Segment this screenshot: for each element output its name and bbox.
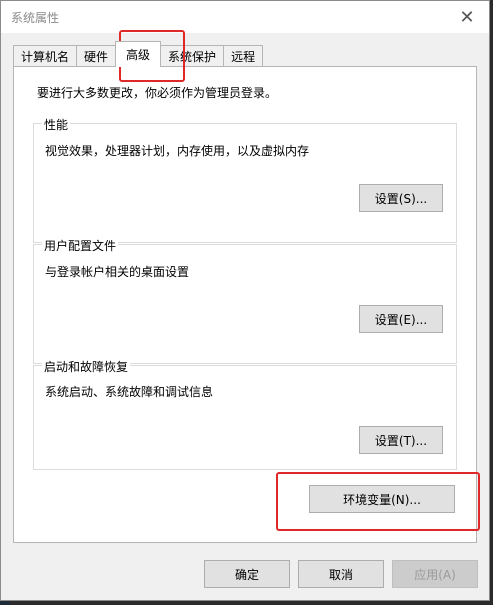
startup-recovery-desc: 系统启动、系统故障和调试信息	[45, 385, 214, 399]
performance-title: 性能	[42, 116, 71, 133]
cancel-button[interactable]: 取消	[298, 560, 384, 588]
user-profile-group: 用户配置文件 与登录帐户相关的桌面设置 设置(E)...	[33, 237, 457, 364]
startup-recovery-settings-button[interactable]: 设置(T)...	[359, 426, 443, 454]
startup-recovery-group: 启动和故障恢复 系统启动、系统故障和调试信息 设置(T)...	[33, 358, 457, 470]
startup-recovery-title: 启动和故障恢复	[42, 358, 131, 375]
performance-settings-button[interactable]: 设置(S)...	[359, 184, 443, 212]
close-icon[interactable]: ✕	[445, 1, 489, 33]
ok-button[interactable]: 确定	[204, 560, 290, 588]
tab-system-protection[interactable]: 系统保护	[160, 45, 225, 67]
tab-remote[interactable]: 远程	[223, 45, 264, 67]
advanced-tab-panel: 要进行大多数更改，你必须作为管理员登录。 性能 视觉效果，处理器计划，内存使用，…	[13, 66, 477, 543]
tab-computer-name[interactable]: 计算机名	[13, 45, 78, 67]
apply-button[interactable]: 应用(A)	[392, 560, 478, 588]
user-profile-desc: 与登录帐户相关的桌面设置	[45, 265, 190, 279]
admin-notice: 要进行大多数更改，你必须作为管理员登录。	[37, 86, 278, 100]
performance-group: 性能 视觉效果，处理器计划，内存使用，以及虚拟内存 设置(S)...	[33, 116, 457, 243]
system-properties-dialog: 系统属性 ✕ 计算机名 硬件 高级 系统保护 远程 要进行大多数更改，你必须作为…	[0, 0, 490, 601]
user-profile-settings-button[interactable]: 设置(E)...	[359, 305, 443, 333]
window-title: 系统属性	[11, 11, 60, 25]
tab-advanced[interactable]: 高级	[115, 41, 162, 67]
title-bar: 系统属性 ✕	[1, 1, 489, 33]
tab-strip: 计算机名 硬件 高级 系统保护 远程	[13, 41, 264, 67]
environment-variables-button[interactable]: 环境变量(N)...	[309, 485, 455, 513]
tab-hardware[interactable]: 硬件	[76, 45, 117, 67]
performance-desc: 视觉效果，处理器计划，内存使用，以及虚拟内存	[45, 144, 310, 158]
user-profile-title: 用户配置文件	[42, 237, 119, 254]
